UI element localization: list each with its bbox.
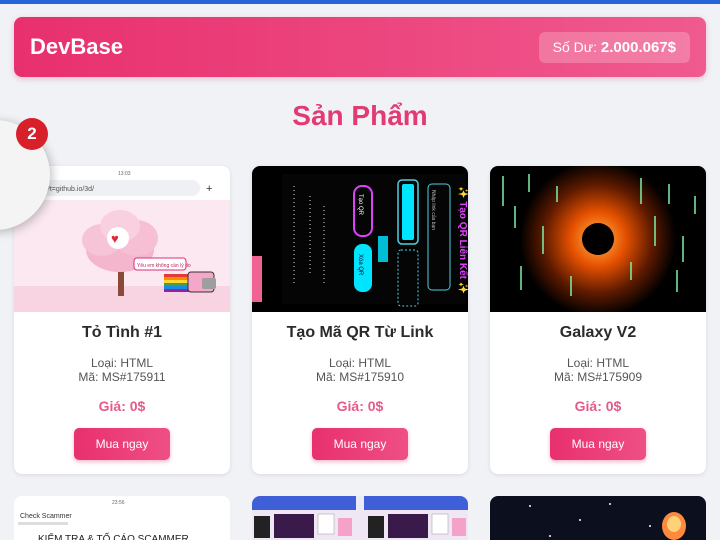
thumb-bubble: Yêu em không cần lý do	[137, 263, 191, 269]
product-thumbnail[interactable]: ✨ Tạo QR Liên Kết ✨ Tạo QR Xóa QR Nhập l…	[252, 166, 468, 312]
app-logo[interactable]: DevBase	[30, 34, 123, 60]
buy-now-button[interactable]: Mua ngay	[74, 428, 170, 460]
balance-display: Số Dư: 2.000.067$	[538, 31, 690, 63]
buy-now-button[interactable]: Mua ngay	[550, 428, 646, 460]
thumb-heading: ✨ Tạo QR Liên Kết ✨	[457, 186, 468, 294]
balance-label: Số Dư:	[552, 38, 598, 55]
thumb-btn-create: Tạo QR	[357, 194, 363, 216]
product-type: Loại: HTML	[328, 356, 392, 370]
product-card: 13:03 /?t=github.io/3d/ + ♥ Yêu em không…	[14, 166, 230, 474]
product-card-partial[interactable]: 23:56 Check Scammer KIỂM TRA & TỐ CÁO SC…	[14, 496, 230, 540]
buy-now-button[interactable]: Mua ngay	[312, 428, 408, 460]
thumb-btn-delete: Xóa QR	[357, 254, 363, 276]
product-name: Galaxy V2	[559, 324, 637, 341]
product-code: Mã: MS#175910	[315, 370, 405, 384]
product-card-partial[interactable]	[252, 496, 468, 540]
plus-icon: +	[206, 183, 212, 195]
balance-value: 2.000.067$	[600, 38, 676, 56]
thumb-url: /?t=github.io/3d/	[44, 186, 94, 193]
notification-badge[interactable]: 2	[16, 118, 48, 150]
product-thumbnail[interactable]	[490, 166, 706, 312]
thumb-field: Nhập link của bạn	[430, 190, 437, 230]
page-title: Sản Phẩm	[292, 100, 428, 131]
thumb-subtitle: Check Scammer	[20, 513, 72, 520]
product-card: Galaxy V2 Loại: HTML Mã: MS#175909 Giá: …	[490, 166, 706, 474]
product-type: Loại: HTML	[90, 356, 154, 370]
thumb-status-time: 13:03	[118, 171, 131, 177]
product-card: ✨ Tạo QR Liên Kết ✨ Tạo QR Xóa QR Nhập l…	[252, 166, 468, 474]
product-code: Mã: MS#175911	[78, 370, 166, 384]
top-accent-line	[0, 0, 720, 4]
product-name: Tạo Mã QR Từ Link	[286, 324, 434, 341]
product-code: Mã: MS#175909	[553, 370, 643, 384]
product-price: Giá: 0$	[98, 398, 146, 414]
heart-icon: ♥	[111, 231, 119, 246]
product-type: Loại: HTML	[566, 356, 630, 370]
product-name: Tỏ Tình #1	[82, 324, 162, 341]
product-card-partial[interactable]	[490, 496, 706, 540]
product-price: Giá: 0$	[336, 398, 384, 414]
app-header: DevBase Số Dư: 2.000.067$	[14, 17, 706, 77]
product-price: Giá: 0$	[574, 398, 622, 414]
thumb-status-time: 23:56	[112, 500, 125, 506]
